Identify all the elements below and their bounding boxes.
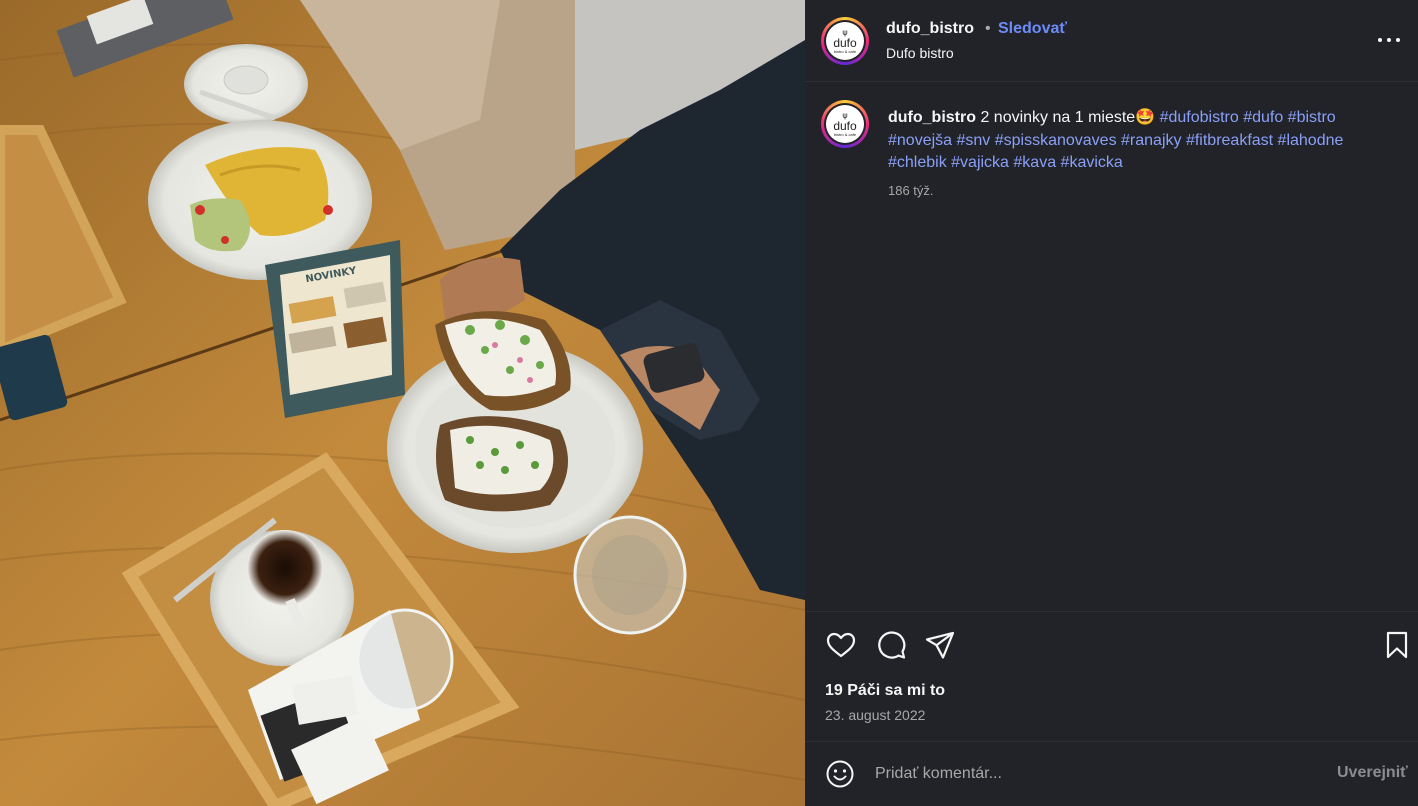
comment-input[interactable] (875, 762, 1315, 786)
caption-avatar[interactable]: ψ dufo bistro & cafe (821, 100, 869, 148)
separator-dot: • (985, 20, 991, 37)
bookmark-icon[interactable] (1381, 629, 1413, 661)
logo-subtext: bistro & cafe (833, 48, 857, 54)
paper-plane-icon[interactable] (924, 629, 956, 661)
follow-button[interactable]: Sledovať (998, 20, 1067, 38)
instagram-post: NOVINKY ψ dufo bistro & cafe dufo_bistro… (0, 0, 1418, 806)
post-side-panel: ψ dufo bistro & cafe dufo_bistro • Sledo… (805, 0, 1418, 806)
logo-text: dufo (833, 118, 857, 133)
post-header: ψ dufo bistro & cafe dufo_bistro • Sledo… (805, 0, 1418, 82)
likes-count[interactable]: 19 Páči sa mi to (825, 682, 945, 700)
logo-text: dufo (833, 35, 857, 50)
post-photo[interactable]: NOVINKY (0, 0, 805, 806)
caption-username[interactable]: dufo_bistro (888, 109, 976, 126)
caption-time: 186 týž. (888, 183, 934, 198)
post-comment-button[interactable]: Uverejniť (1337, 764, 1408, 782)
food-photo-illustration: NOVINKY (0, 0, 805, 806)
caption-message: 2 novinky na 1 mieste🤩 (980, 109, 1156, 126)
caption-text: dufo_bistro 2 novinky na 1 mieste🤩 #dufo… (888, 107, 1403, 175)
avatar[interactable]: ψ dufo bistro & cafe (821, 17, 869, 65)
post-date: 23. august 2022 (825, 707, 926, 723)
location-link[interactable]: Dufo bistro (886, 45, 954, 61)
emoji-icon[interactable] (825, 759, 855, 789)
dufo-logo: ψ dufo bistro & cafe (826, 105, 864, 143)
more-horizontal-icon[interactable] (1375, 28, 1405, 52)
action-section: 19 Páči sa mi to 23. august 2022 (805, 611, 1418, 741)
header-username[interactable]: dufo_bistro (886, 20, 974, 38)
comment-icon[interactable] (875, 629, 907, 661)
heart-icon[interactable] (825, 629, 857, 661)
dufo-logo: ψ dufo bistro & cafe (826, 22, 864, 60)
comment-bar: Uverejniť (805, 741, 1418, 806)
logo-subtext: bistro & cafe (833, 131, 857, 137)
